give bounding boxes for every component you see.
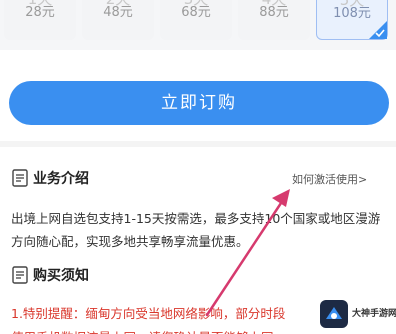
plan-price: 108元 <box>333 6 371 21</box>
document-icon <box>12 169 28 187</box>
intro-title: 业务介绍 <box>33 171 89 187</box>
order-now-button[interactable]: 立即订购 <box>9 81 389 125</box>
how-to-activate-link[interactable]: 如何激活使用> <box>292 171 367 187</box>
plan-price: 88元 <box>259 5 289 20</box>
document-icon <box>12 266 28 284</box>
watermark-text: 大神手游网 <box>352 309 396 319</box>
plan-options: 1天 28元 2天 48元 3天 68元 4天 88元 5天 108元 <box>0 0 396 50</box>
notice-title: 购买须知 <box>33 268 89 284</box>
plan-price: 28元 <box>25 5 55 20</box>
watermark-logo-icon <box>320 300 348 328</box>
plan-card-4day[interactable]: 4天 88元 <box>238 0 310 40</box>
plan-card-5day[interactable]: 5天 108元 <box>316 0 388 40</box>
plan-price: 68元 <box>181 5 211 20</box>
section-divider <box>0 141 396 147</box>
intro-text: 出境上网自选包支持1-15天按需选，最多支持10个国家或地区漫游方向随心配，实现… <box>11 211 381 249</box>
plan-card-2day[interactable]: 2天 48元 <box>82 0 154 40</box>
plan-price: 48元 <box>103 5 133 20</box>
watermark: 大神手游网 <box>317 294 396 334</box>
plan-card-1day[interactable]: 1天 28元 <box>4 0 76 40</box>
plan-card-3day[interactable]: 3天 68元 <box>160 0 232 40</box>
checkmark-icon <box>369 21 387 39</box>
